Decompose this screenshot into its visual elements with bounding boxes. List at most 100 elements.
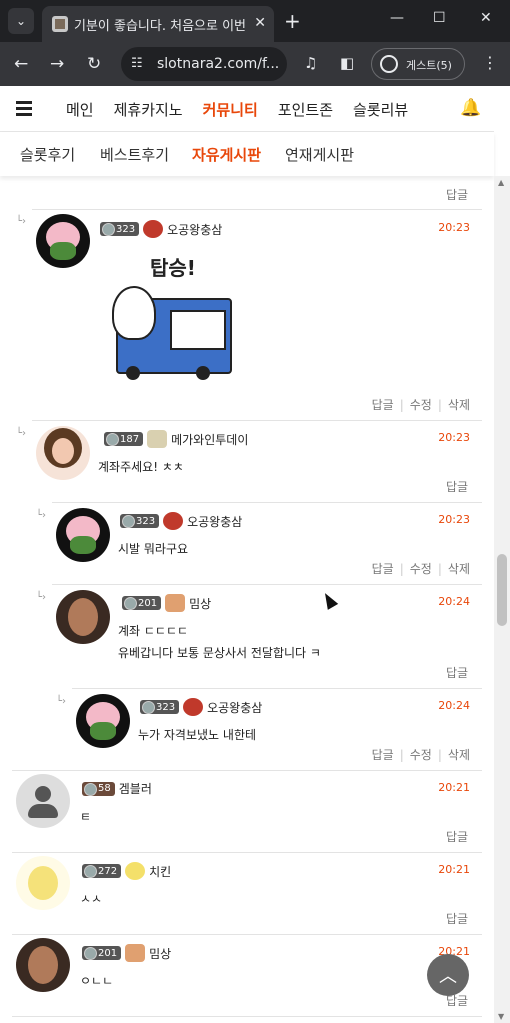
reply-button[interactable]: 답글 [446, 664, 468, 681]
edit-button[interactable]: 수정 [410, 748, 432, 762]
nickname[interactable]: 밈상 [149, 945, 171, 962]
sub-nav-item[interactable]: 베스트후기 [100, 144, 169, 165]
divider [52, 584, 482, 585]
tab-search-button[interactable]: ⌄ [8, 8, 34, 34]
main-nav-item[interactable]: 제휴카지노 [114, 99, 183, 120]
page-scrollbar[interactable]: ▲ ▼ [494, 176, 510, 1023]
reload-button[interactable]: ↻ [87, 54, 101, 74]
divider [12, 1016, 482, 1017]
profile-button[interactable]: 게스트(5) [371, 48, 465, 80]
scroll-up-icon[interactable]: ▲ [498, 178, 504, 187]
nickname[interactable]: 오공왕충삼 [167, 221, 222, 238]
level-badge: 201 [82, 946, 122, 960]
default-avatar-icon [16, 774, 70, 828]
nickname[interactable]: 치킨 [149, 863, 171, 880]
avatar [56, 508, 110, 562]
site-favicon-icon [52, 16, 68, 32]
nickname[interactable]: 오공왕충삼 [187, 513, 242, 530]
site-info-icon[interactable]: ☷ [131, 56, 143, 71]
bus-sticker-image [112, 286, 234, 380]
scrollbar-thumb[interactable] [497, 554, 507, 626]
reply-button[interactable]: 답글 [372, 748, 394, 762]
reply-button[interactable]: 답글 [372, 398, 394, 412]
reply-arrow-icon: └› [16, 428, 27, 439]
comment-meta: 323 오공왕충삼 [140, 698, 262, 716]
comment-text: 누가 자격보냈노 내한테 [138, 728, 257, 742]
side-panel-icon[interactable]: ◧ [340, 54, 354, 72]
profile-icon [380, 55, 398, 73]
avatar [36, 426, 90, 480]
media-control-icon[interactable]: ♫ [304, 54, 317, 72]
browser-tabbar: ⌄ 기분이 좋습니다. 처음으로 이번 ✕ + — ☐ ✕ [0, 0, 510, 42]
comment-time: 20:24 [438, 699, 470, 712]
delete-button[interactable]: 삭제 [448, 748, 470, 762]
delete-button[interactable]: 삭제 [448, 398, 470, 412]
level-badge: 58 [82, 781, 115, 796]
comment-meta: 201 밈상 [82, 944, 171, 962]
browser-toolbar: ← → ↻ ☷ slotnara2.com/f... ♫ ◧ 게스트(5) ⋮ [0, 42, 510, 86]
main-nav-item[interactable]: 슬롯리뷰 [353, 99, 408, 120]
divider [32, 209, 482, 210]
comment-text: 시발 뭐라구요 [118, 542, 189, 556]
forward-button[interactable]: → [50, 54, 64, 74]
comment-meta: 272 치킨 [82, 862, 171, 880]
nickname[interactable]: 밈상 [189, 595, 211, 612]
comment-text: 계좌주세요! ㅊㅊ [98, 460, 184, 474]
reply-button[interactable]: 답글 [446, 478, 468, 495]
sub-nav-item[interactable]: 슬롯후기 [20, 144, 75, 165]
nickname[interactable]: 오공왕충삼 [207, 699, 262, 716]
edit-button[interactable]: 수정 [410, 562, 432, 576]
delete-button[interactable]: 삭제 [448, 562, 470, 576]
user-badge-icon [147, 430, 168, 448]
edit-button[interactable]: 수정 [410, 398, 432, 412]
bell-icon[interactable]: 🔔 [460, 98, 481, 118]
reply-button[interactable]: 답글 [446, 828, 468, 845]
browser-menu-icon[interactable]: ⋮ [482, 53, 498, 72]
minimize-button[interactable]: — [390, 10, 404, 26]
reply-button[interactable]: 답글 [446, 910, 468, 927]
level-badge: 201 [122, 596, 162, 610]
comment-list: 답글 └› 323 오공왕충삼 20:23 탑승! 답글 | 수정 | 삭제 └› 18… [0, 176, 494, 1023]
level-badge: 323 [100, 222, 140, 236]
main-nav-item[interactable]: 포인트존 [278, 99, 333, 120]
hamburger-menu-icon[interactable] [16, 101, 32, 116]
sub-nav-item[interactable]: 자유게시판 [192, 144, 261, 165]
maximize-button[interactable]: ☐ [433, 10, 446, 26]
url-text: slotnara2.com/f... [157, 56, 280, 72]
comment-meta: 187 메가와인투데이 [104, 430, 248, 448]
divider [12, 770, 482, 771]
comment-time: 20:23 [438, 431, 470, 444]
scroll-to-top-button[interactable]: ︿ [427, 954, 469, 996]
main-nav-item[interactable]: 메인 [66, 99, 94, 120]
nickname[interactable]: 겜블러 [119, 780, 152, 797]
comment-time: 20:23 [438, 221, 470, 234]
main-nav-item[interactable]: 커뮤니티 [203, 99, 258, 120]
reply-button[interactable]: 답글 [372, 562, 394, 576]
comment-meta: 323 오공왕충삼 [120, 512, 242, 530]
window-close-button[interactable]: ✕ [480, 10, 492, 26]
user-badge-icon [165, 594, 186, 612]
avatar [16, 938, 70, 992]
back-button[interactable]: ← [14, 54, 28, 74]
tab-close-icon[interactable]: ✕ [254, 15, 266, 31]
new-tab-button[interactable]: + [284, 9, 301, 33]
reply-link[interactable]: 답글 [446, 186, 468, 203]
sub-nav-item[interactable]: 연재게시판 [285, 144, 354, 165]
comment-time: 20:24 [438, 595, 470, 608]
comment-meta: 201 밈상 [122, 594, 211, 612]
comment-actions: 답글 | 수정 | 삭제 [371, 562, 470, 576]
divider [12, 934, 482, 935]
reply-arrow-icon: └› [56, 696, 67, 707]
address-bar[interactable]: ☷ slotnara2.com/f... [121, 47, 287, 81]
comment-actions: 답글 | 수정 | 삭제 [371, 748, 470, 762]
chevron-up-icon: ︿ [439, 966, 457, 987]
avatar [56, 590, 110, 644]
scroll-down-icon[interactable]: ▼ [498, 1012, 504, 1021]
user-badge-icon [183, 698, 204, 716]
avatar [16, 856, 70, 910]
comment-meta: 58 겜블러 [82, 780, 152, 797]
browser-tab[interactable]: 기분이 좋습니다. 처음으로 이번 ✕ [42, 6, 274, 42]
comment-text: ㅅㅅ [80, 892, 103, 906]
nickname[interactable]: 메가와인투데이 [171, 431, 248, 448]
main-nav-list: 메인 제휴카지노 커뮤니티 포인트존 슬롯리뷰 [66, 99, 428, 120]
